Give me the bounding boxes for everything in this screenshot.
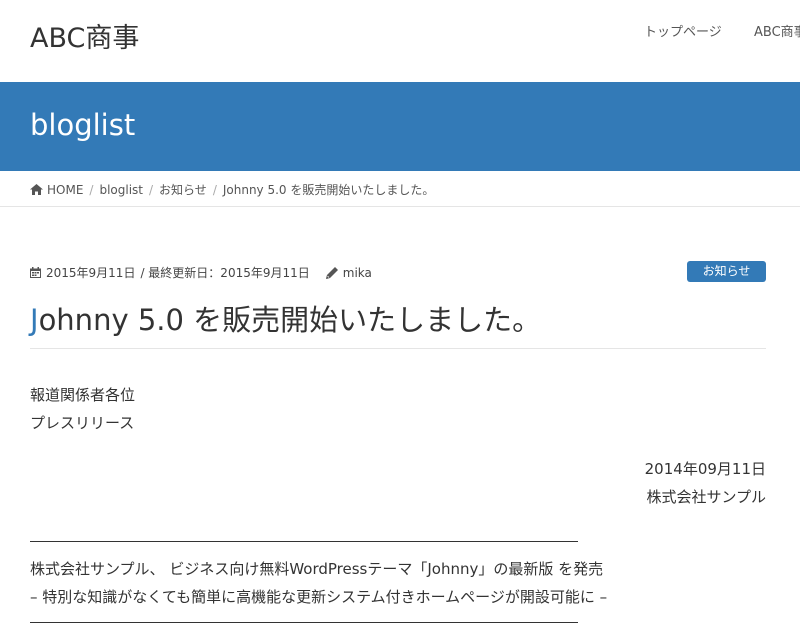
global-nav: トップページ ABC商事 [0,21,800,41]
breadcrumb-separator: / [149,182,154,197]
home-icon [30,184,43,195]
post-title-text: ohnny 5.0 を販売開始いたしました。 [38,303,542,337]
nav-item-top-page[interactable]: トップページ [644,21,722,40]
post-title: Johnny 5.0 を販売開始いたしました。 [30,297,541,339]
breadcrumb-category[interactable]: お知らせ [159,181,207,198]
nav-item-abc[interactable]: ABC商事 [754,21,800,40]
category-badge[interactable]: お知らせ [687,261,766,282]
page-title: bloglist [30,108,136,142]
title-divider [30,348,766,349]
post-author[interactable]: mika [343,266,372,280]
release-date-line: 2014年09月11日 [644,460,766,478]
company-line: 株式会社サンプル [646,488,766,506]
breadcrumb-current: Johnny 5.0 を販売開始いたしました。 [222,183,435,197]
post-date: 2015年9月11日 [46,266,136,280]
post-updated: / 最終更新日：2015年9月11日 [140,266,310,280]
post-title-first-letter: J [30,303,39,337]
post-meta: 2015年9月11日 / 最終更新日：2015年9月11日 mika [30,264,372,281]
calendar-icon [30,267,41,278]
breadcrumb: HOME / bloglist / お知らせ / Johnny 5.0 を販売開… [0,171,800,207]
recipients-line: 報道関係者各位 [30,386,136,404]
page-banner: bloglist [0,82,800,171]
site-header: ABC商事 トップページ ABC商事 [0,0,800,82]
content-divider [30,541,578,542]
subheadline-line: – 特別な知識がなくても簡単に高機能な更新システム付きホームページが開設可能に … [30,588,608,606]
release-type-line: プレスリリース [30,414,135,432]
breadcrumb-separator: / [89,182,94,197]
headline-line: 株式会社サンプル、 ビジネス向け無料WordPressテーマ「Johnny」の最… [30,560,604,578]
content-divider [30,622,578,623]
breadcrumb-bloglist[interactable]: bloglist [99,183,143,197]
breadcrumb-separator: / [212,182,217,197]
pencil-icon [325,266,338,279]
breadcrumb-home[interactable]: HOME [47,183,83,197]
